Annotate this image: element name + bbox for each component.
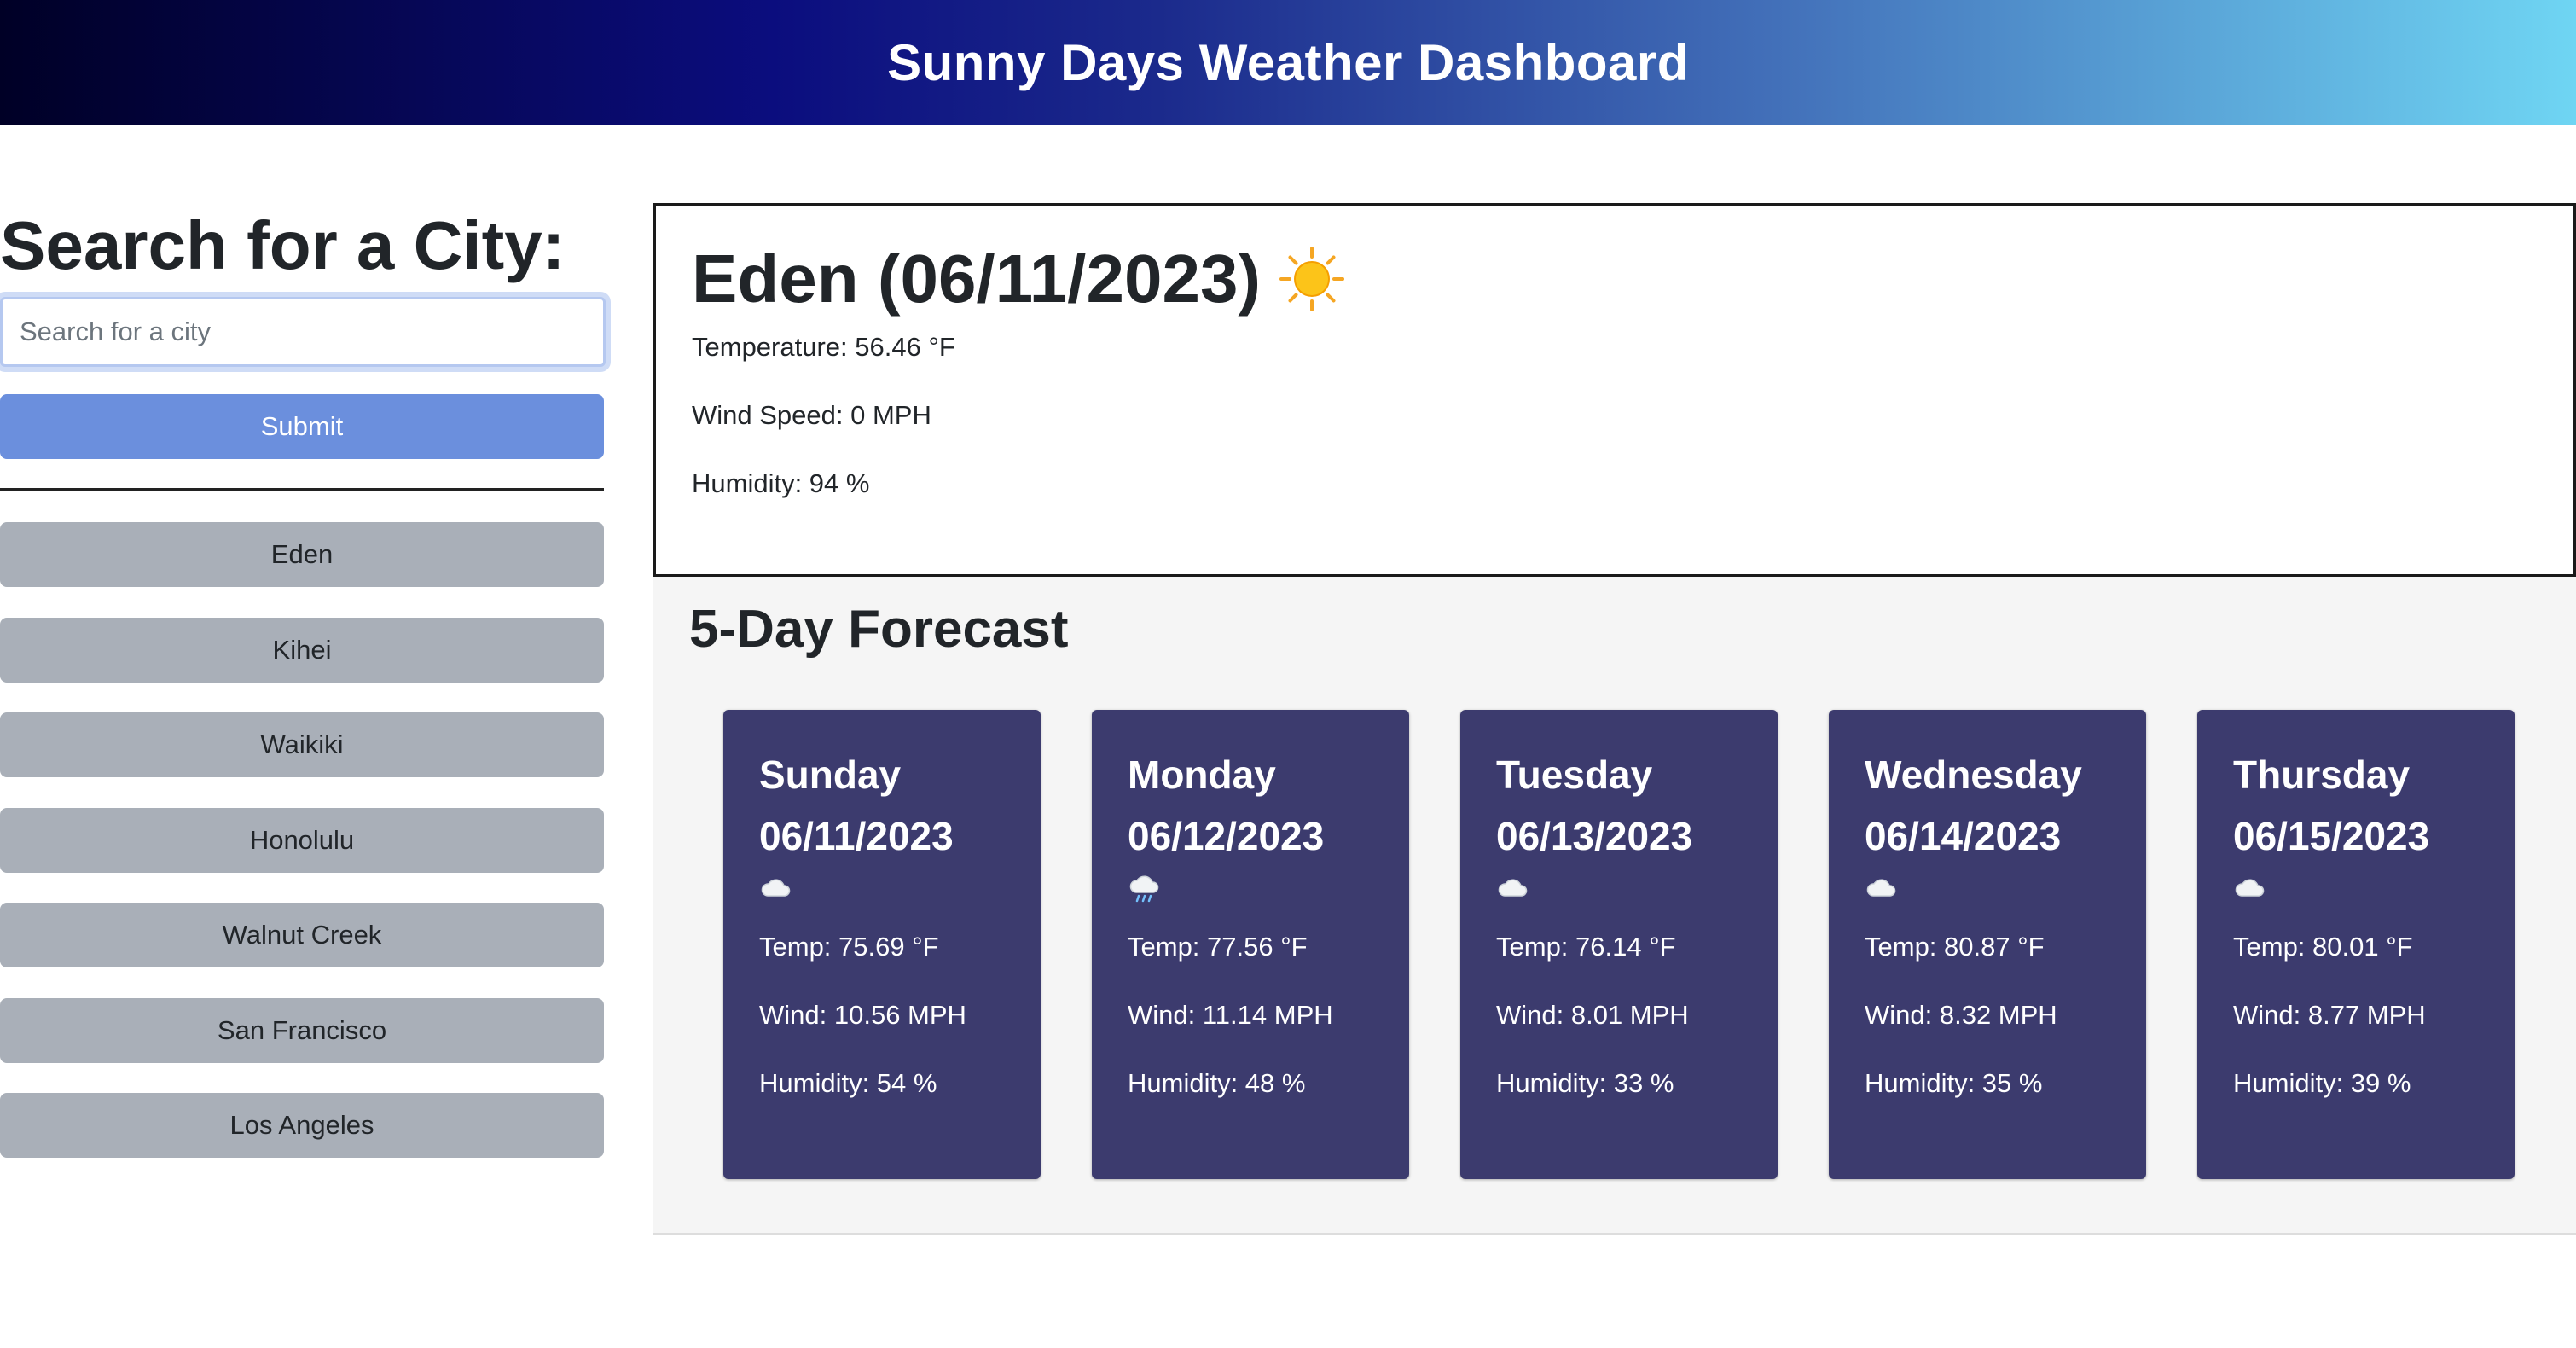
forecast-day: Sunday [759,752,902,797]
forecast-temp: Temp: 80.01 °F [2233,932,2413,962]
forecast-humidity: Humidity: 54 % [759,1068,937,1098]
forecast-day: Thursday [2233,752,2411,797]
history-button-san-francisco[interactable]: San Francisco [0,997,604,1063]
forecast-date: 06/13/2023 [1496,814,1693,858]
cloud-icon [1496,874,1530,904]
forecast-day: Tuesday [1496,752,1653,797]
forecast-temp: Temp: 75.69 °F [759,932,939,962]
history-button-waikiki[interactable]: Waikiki [0,712,604,777]
current-temperature: Temperature: 56.46 °F [692,332,955,362]
history-button-kihei[interactable]: Kihei [0,617,604,683]
search-input[interactable] [0,297,606,367]
history-button-walnut-creek[interactable]: Walnut Creek [0,903,604,967]
forecast-humidity: Humidity: 39 % [2233,1068,2411,1098]
forecast-date: 06/11/2023 [759,814,954,858]
current-wind-speed: Wind Speed: 0 MPH [692,400,931,430]
search-history-list: Eden Kihei Waikiki Honolulu Walnut Creek… [0,522,604,1188]
forecast-card: Sunday 06/11/2023 Temp: 75.69 °F Wind: 1… [723,710,1041,1179]
history-button-eden[interactable]: Eden [0,522,604,587]
history-button-honolulu[interactable]: Honolulu [0,807,604,873]
forecast-card: Monday 06/12/2023 Temp: 77.56 °F Wind: 1… [1092,710,1409,1179]
submit-button[interactable]: Submit [0,394,604,459]
forecast-card: Tuesday 06/13/2023 Temp: 76.14 °F Wind: … [1460,710,1778,1179]
forecast-humidity: Humidity: 48 % [1128,1068,1306,1098]
forecast-cards: Sunday 06/11/2023 Temp: 75.69 °F Wind: 1… [723,710,2515,1179]
forecast-temp: Temp: 76.14 °F [1496,932,1676,962]
forecast-humidity: Humidity: 35 % [1865,1068,2043,1098]
forecast-temp: Temp: 77.56 °F [1128,932,1308,962]
forecast-day: Wednesday [1865,752,2082,797]
forecast-date: 06/12/2023 [1128,814,1325,858]
forecast-wind: Wind: 8.32 MPH [1865,1000,2057,1030]
sidebar: Search for a City: Submit Eden Kihei Wai… [0,205,606,1158]
forecast-card: Thursday 06/15/2023 Temp: 80.01 °F Wind:… [2197,710,2515,1179]
cloud-icon [1865,874,1899,904]
forecast-card: Wednesday 06/14/2023 Temp: 80.87 °F Wind… [1829,710,2146,1179]
forecast-temp: Temp: 80.87 °F [1865,932,2045,962]
forecast-heading: 5-Day Forecast [689,600,1069,659]
forecast-wind: Wind: 10.56 MPH [759,1000,966,1030]
forecast-humidity: Humidity: 33 % [1496,1068,1674,1098]
current-weather-panel: Eden (06/11/2023) Temperature: 56.46 °F … [653,203,2576,577]
forecast-wind: Wind: 8.77 MPH [2233,1000,2426,1030]
cloud-icon [759,874,793,904]
cloud-icon [2233,874,2267,904]
app-title: Sunny Days Weather Dashboard [887,33,1689,91]
forecast-wind: Wind: 11.14 MPH [1128,1000,1333,1030]
forecast-date: 06/14/2023 [1865,814,2062,858]
sun-icon [1278,245,1346,313]
forecast-section: 5-Day Forecast Sunday 06/11/2023 Temp: 7… [653,577,2576,1235]
current-weather-title-row: Eden (06/11/2023) [692,240,2573,318]
current-city-date: Eden (06/11/2023) [692,241,1262,317]
rain-cloud-icon [1128,874,1162,904]
history-button-los-angeles[interactable]: Los Angeles [0,1093,604,1158]
current-humidity: Humidity: 94 % [692,468,870,498]
search-heading: Search for a City: [0,207,566,283]
divider [0,488,604,491]
forecast-day: Monday [1128,752,1276,797]
app-header: Sunny Days Weather Dashboard [0,0,2576,125]
forecast-date: 06/15/2023 [2233,814,2430,858]
forecast-wind: Wind: 8.01 MPH [1496,1000,1689,1030]
